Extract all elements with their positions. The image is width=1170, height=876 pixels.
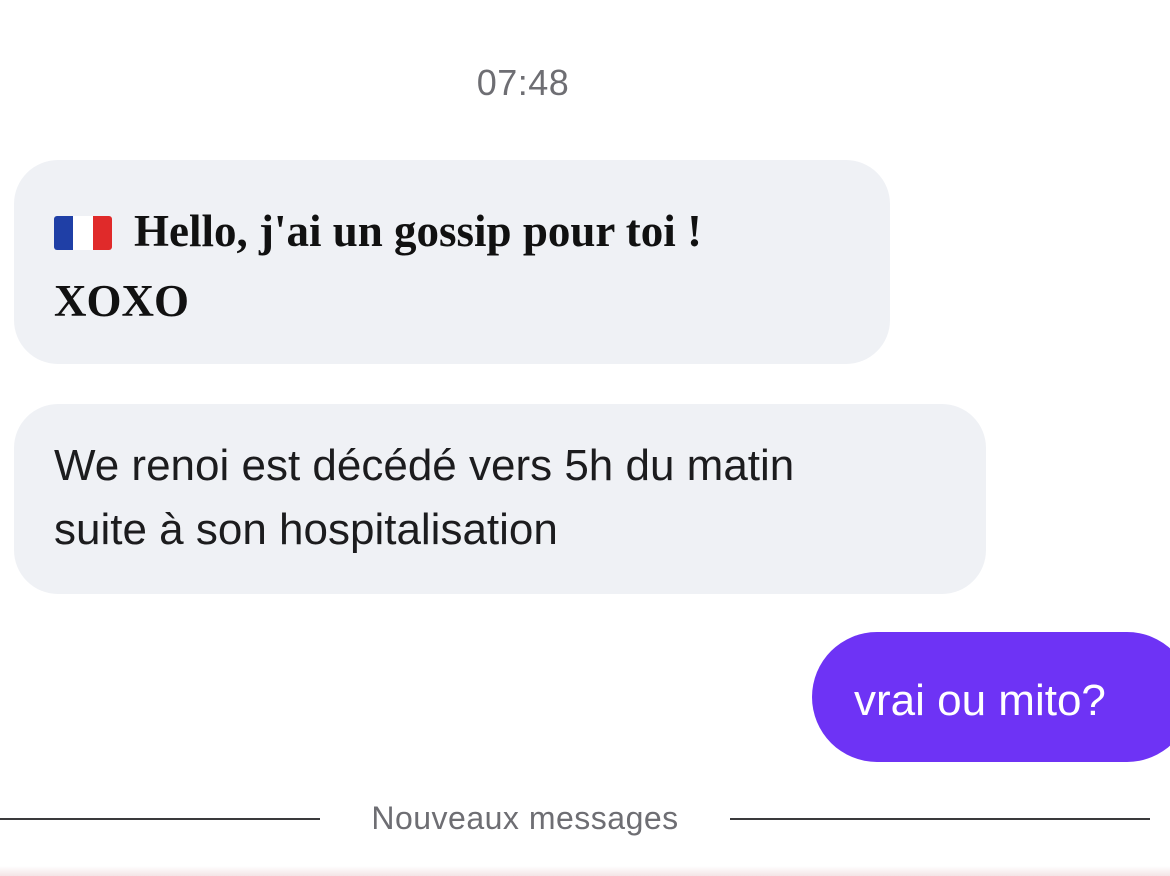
- message-text: vrai ou mito?: [854, 676, 1106, 725]
- message-timestamp: 07:48: [476, 62, 570, 103]
- flag-france-icon: [54, 216, 112, 250]
- bottom-edge: [0, 866, 1170, 876]
- divider-label: Nouveaux messages: [371, 800, 679, 836]
- incoming-message-bubble[interactable]: Hello, j'ai un gossip pour toi ! XOXO: [14, 160, 890, 364]
- incoming-message-bubble[interactable]: We renoi est décédé vers 5h du matin sui…: [14, 404, 986, 594]
- message-line: Hello, j'ai un gossip pour toi !: [54, 196, 850, 266]
- message-text: We renoi est décédé vers 5h du matin sui…: [54, 441, 795, 554]
- chat-thread: 07:48 Hello, j'ai un gossip pour toi ! X…: [0, 0, 1170, 876]
- divider-line: [0, 818, 320, 820]
- divider-line: [730, 818, 1150, 820]
- new-messages-divider: Nouveaux messages: [0, 800, 1170, 840]
- message-text: Hello, j'ai un gossip pour toi !: [134, 206, 703, 256]
- message-line: XOXO: [54, 276, 189, 326]
- outgoing-message-bubble[interactable]: vrai ou mito?: [812, 632, 1170, 762]
